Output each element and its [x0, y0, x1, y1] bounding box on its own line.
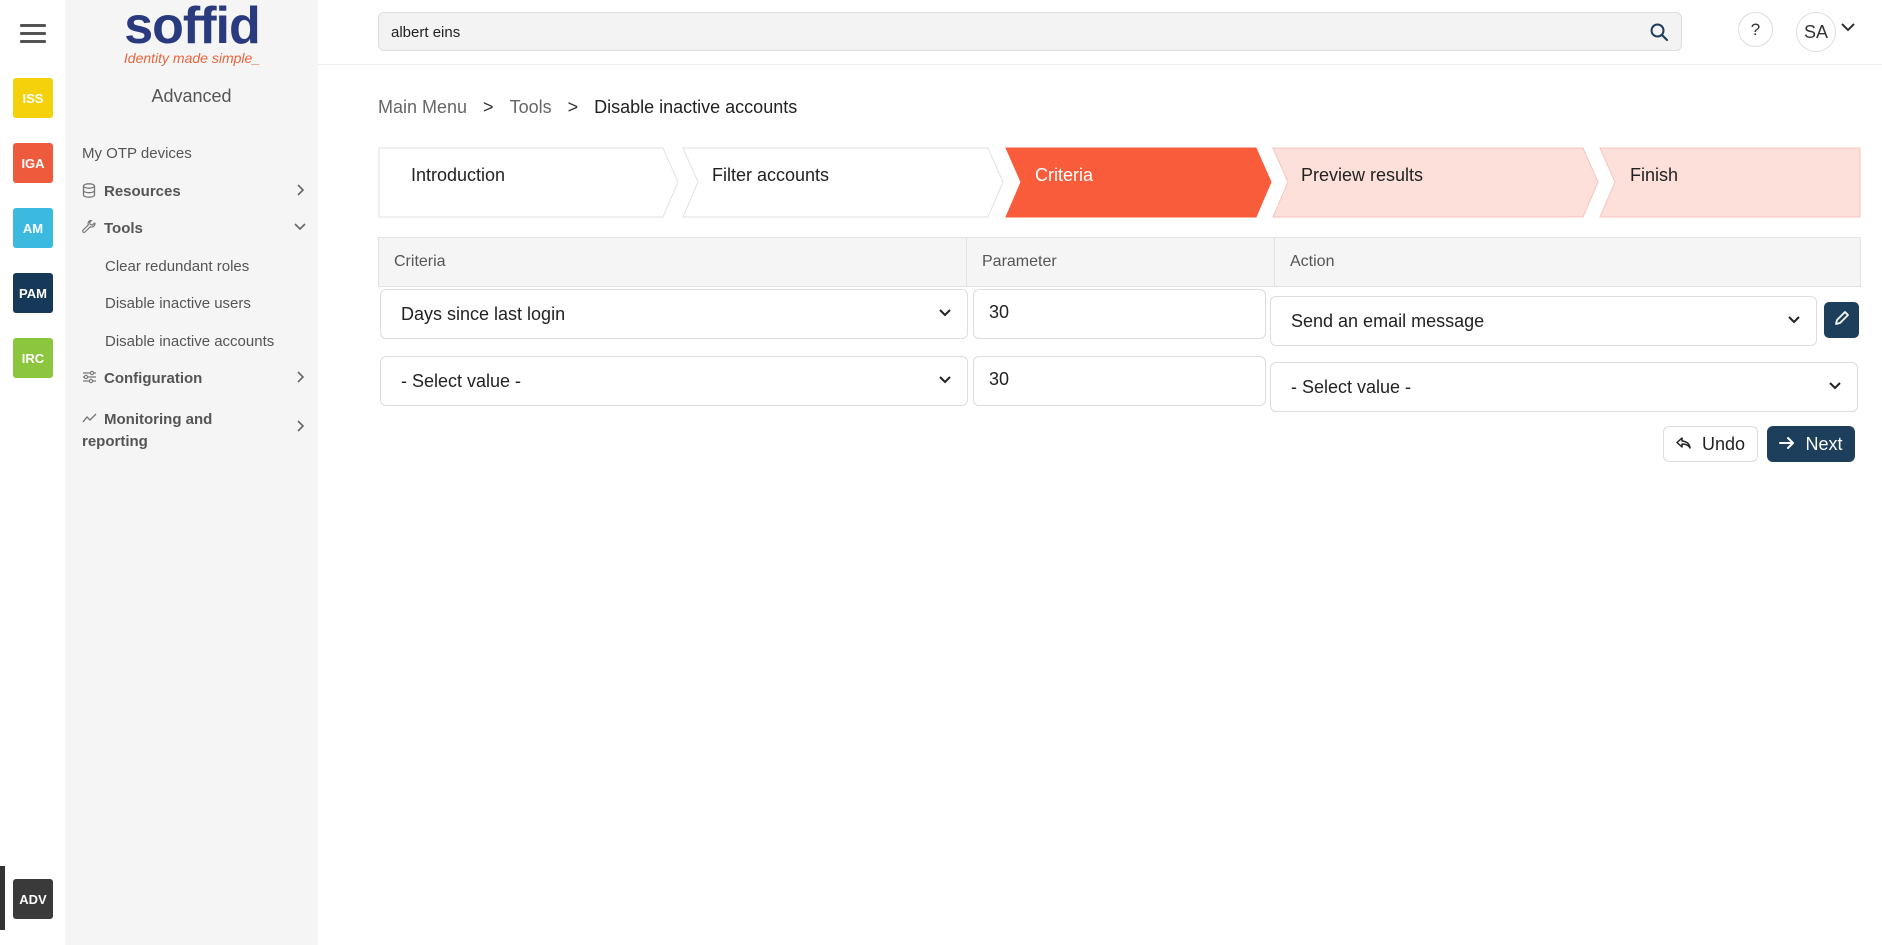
app-tile-iga[interactable]: IGA [13, 143, 53, 183]
next-label: Next [1805, 433, 1843, 454]
breadcrumb-current-page: Disable inactive accounts [594, 97, 798, 117]
criteria-table-header: Criteria Parameter Action [378, 237, 1861, 287]
database-icon [82, 183, 100, 201]
column-header-criteria: Criteria [379, 238, 967, 286]
chevron-down-icon [293, 220, 307, 238]
parameter-field-row-2 [973, 356, 1266, 406]
undo-icon [1676, 434, 1692, 455]
select-value: - Select value - [1291, 376, 1412, 397]
chevron-right-icon [295, 418, 307, 440]
wizard-steps: Introduction Filter accounts Criteria Pr… [378, 147, 1861, 218]
sidebar-item-label: Resources [104, 183, 181, 200]
breadcrumb: Main Menu > Tools > Disable inactive acc… [378, 97, 797, 118]
hamburger-menu-icon[interactable] [20, 24, 46, 46]
sidebar: soffid Identity made simple_ Advanced My… [65, 0, 318, 945]
select-value: Send an email message [1291, 310, 1485, 331]
undo-button[interactable]: Undo [1663, 426, 1758, 462]
arrow-right-icon [1779, 434, 1795, 455]
app-tile-adv[interactable]: ADV [13, 879, 53, 919]
chevron-down-icon [1827, 378, 1843, 394]
sidebar-item-label: Configuration [104, 370, 203, 387]
sidebar-item-monitoring[interactable]: Monitoring and reporting [82, 408, 307, 453]
sidebar-item-disable-inactive-accounts[interactable]: Disable inactive accounts [105, 333, 274, 350]
sidebar-item-tools[interactable]: Tools [82, 219, 307, 238]
step-finish[interactable]: Finish [1630, 165, 1678, 186]
action-select-row-2[interactable]: - Select value - [1270, 362, 1858, 412]
next-button[interactable]: Next [1767, 426, 1855, 462]
breadcrumb-main-menu[interactable]: Main Menu [378, 97, 467, 118]
column-header-action: Action [1290, 253, 1335, 270]
select-value: Days since last login [401, 303, 566, 324]
sliders-icon [82, 370, 100, 387]
sidebar-item-configuration[interactable]: Configuration [82, 370, 307, 387]
criteria-select-row-2[interactable]: - Select value - [380, 356, 968, 406]
sidebar-item-disable-inactive-users[interactable]: Disable inactive users [105, 295, 251, 312]
app-tile-am[interactable]: AM [13, 208, 53, 248]
app-tile-iss[interactable]: ISS [13, 78, 53, 118]
header-divider [318, 64, 1882, 65]
step-preview-results[interactable]: Preview results [1301, 165, 1423, 186]
undo-label: Undo [1701, 433, 1746, 454]
edit-action-button[interactable] [1824, 302, 1859, 338]
chevron-down-icon [937, 372, 953, 388]
sidebar-item-label: Monitoring and reporting [82, 411, 213, 450]
breadcrumb-separator: > [483, 97, 494, 117]
breadcrumb-tools[interactable]: Tools [510, 97, 552, 118]
step-criteria[interactable]: Criteria [1035, 165, 1093, 186]
logo-wordmark: soffid [124, 0, 261, 55]
soffid-logo[interactable]: soffid Identity made simple_ [122, 0, 262, 66]
sidebar-item-resources[interactable]: Resources [82, 183, 307, 201]
parameter-field-row-1 [973, 289, 1266, 339]
sidebar-item-otp-devices[interactable]: My OTP devices [82, 145, 307, 162]
chevron-down-icon [1786, 312, 1802, 328]
step-filter-accounts[interactable]: Filter accounts [712, 165, 829, 186]
criteria-select-row-1[interactable]: Days since last login [380, 289, 968, 339]
select-value: - Select value - [401, 370, 522, 391]
parameter-input[interactable] [989, 302, 1229, 323]
chevron-right-icon [295, 183, 307, 202]
chevron-right-icon [295, 370, 307, 389]
sidebar-item-clear-redundant-roles[interactable]: Clear redundant roles [105, 258, 249, 275]
sidebar-item-label: Tools [104, 220, 143, 237]
pencil-icon [1834, 310, 1850, 331]
app-rail: ISS IGA AM PAM IRC ADV [0, 0, 65, 945]
logo-tagline: Identity made simple_ [123, 50, 261, 66]
active-app-marker [0, 866, 5, 930]
column-header-parameter: Parameter [967, 238, 1275, 286]
chevron-down-icon[interactable] [1840, 18, 1856, 39]
chevron-down-icon [937, 305, 953, 321]
help-button[interactable]: ? [1738, 12, 1773, 47]
action-select-row-1[interactable]: Send an email message [1270, 296, 1817, 346]
sidebar-title: Advanced [151, 86, 232, 106]
search-input[interactable] [391, 21, 1631, 43]
breadcrumb-separator: > [567, 97, 579, 117]
parameter-input[interactable] [989, 369, 1229, 390]
global-search [378, 12, 1682, 51]
user-avatar[interactable]: SA [1796, 12, 1836, 52]
wrench-icon [82, 219, 100, 238]
chart-line-icon [82, 408, 100, 430]
step-introduction[interactable]: Introduction [411, 165, 505, 186]
app-tile-irc[interactable]: IRC [13, 338, 53, 378]
app-tile-pam[interactable]: PAM [13, 273, 53, 313]
sidebar-item-label: My OTP devices [82, 145, 192, 162]
search-icon[interactable] [1649, 22, 1669, 42]
